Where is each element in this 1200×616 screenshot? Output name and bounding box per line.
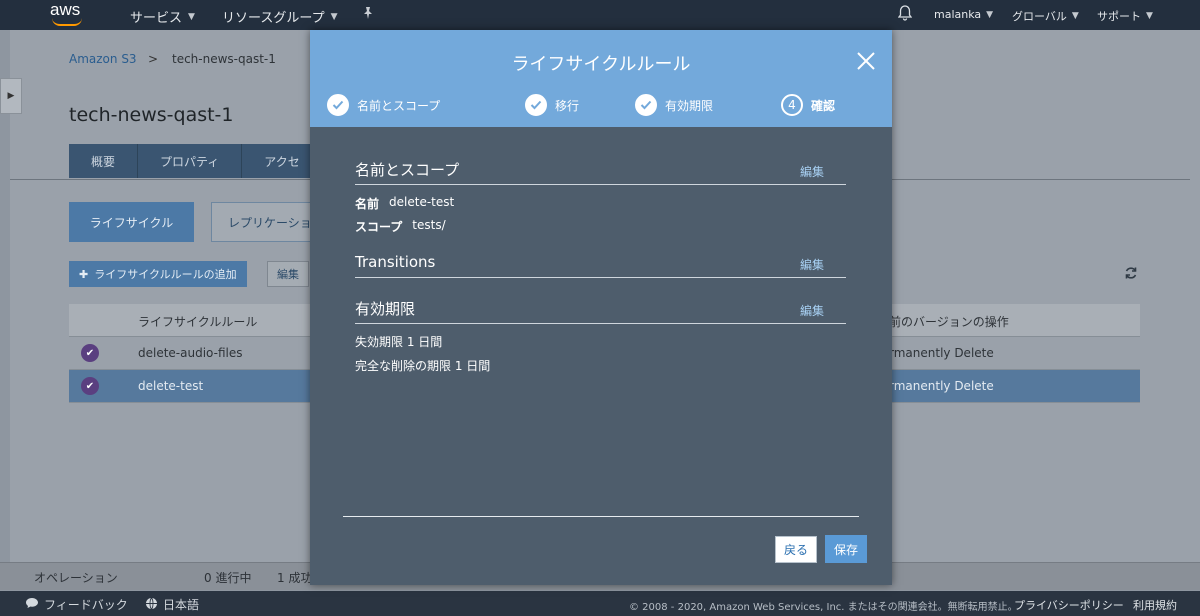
ops-in-progress: 0 進行中 [204, 571, 252, 585]
tab-properties[interactable]: プロパティ [138, 144, 243, 178]
pin-icon[interactable] [362, 6, 374, 24]
permanent-delete-line: 完全な削除の期限 1 日間 [355, 359, 491, 373]
edit-transitions-link[interactable]: 編集 [800, 256, 824, 273]
add-lifecycle-rule-button[interactable]: ✚ ライフサイクルルールの追加 [69, 261, 247, 287]
plus-icon: ✚ [79, 267, 89, 281]
step-label: 名前とスコープ [357, 98, 441, 113]
operations-label: オペレーション [34, 571, 118, 585]
bell-icon[interactable] [897, 5, 913, 21]
footer-divider [343, 516, 859, 517]
chevron-down-icon: ▼ [1146, 11, 1153, 21]
page-title: tech-news-qast-1 [69, 104, 234, 126]
language-selector[interactable]: 日本語 [145, 596, 199, 613]
checkmark-icon [525, 94, 547, 116]
aws-logo-smile [52, 18, 82, 26]
check-icon[interactable]: ✔ [81, 344, 99, 362]
bucket-tabs: 概要 プロパティ アクセ [69, 144, 323, 178]
support-menu[interactable]: サポート ▼ [1097, 8, 1153, 24]
aws-logo[interactable]: aws [50, 0, 88, 28]
breadcrumb-service[interactable]: Amazon S3 [69, 52, 137, 66]
user-name: malanka [934, 8, 982, 21]
services-menu[interactable]: サービス ▼ [130, 7, 195, 26]
support-label: サポート [1097, 10, 1141, 23]
privacy-link[interactable]: プライバシーポリシー [1014, 597, 1124, 613]
language-label: 日本語 [163, 598, 200, 612]
step-label: 移行 [555, 98, 580, 113]
lifecycle-button[interactable]: ライフサイクル [69, 202, 194, 242]
scope-key: スコープ [355, 220, 403, 234]
chevron-right-icon: ▶ [7, 91, 15, 101]
resource-groups-label: リソースグループ [222, 11, 325, 26]
scope-field: スコープ tests/ [355, 218, 446, 235]
refresh-icon[interactable] [1124, 266, 1138, 284]
dialog-header: ライフサイクルルール 名前とスコープ 移行 有効期限 4 確認 [310, 30, 892, 127]
breadcrumb-bucket: tech-news-qast-1 [172, 52, 276, 66]
chevron-down-icon: ▼ [1071, 11, 1079, 21]
name-field: 名前 delete-test [355, 195, 454, 212]
step-label: 有効期限 [665, 98, 714, 113]
save-button[interactable]: 保存 [825, 535, 867, 563]
dialog-title: ライフサイクルルール [511, 54, 691, 75]
aws-logo-text: aws [50, 0, 81, 19]
copyright-text: © 2008 - 2020, Amazon Web Services, Inc.… [629, 602, 1018, 613]
region-label: グローバル [1012, 10, 1067, 23]
step-expiration[interactable]: 有効期限 [635, 94, 713, 116]
lifecycle-rule-dialog: ライフサイクルルール 名前とスコープ 移行 有効期限 4 確認 名前とスコープ … [310, 30, 892, 585]
step-number: 4 [788, 98, 796, 112]
scope-value: tests/ [412, 218, 446, 232]
edit-button[interactable]: 編集 [267, 261, 309, 287]
section-title-transitions: Transitions [355, 253, 436, 271]
add-rule-label: ライフサイクルルールの追加 [94, 268, 237, 281]
rule-name: delete-test [138, 379, 204, 393]
check-icon[interactable]: ✔ [81, 377, 99, 395]
globe-icon [145, 597, 158, 613]
section-title-expiration: 有効期限 [355, 300, 416, 318]
name-key: 名前 [355, 197, 380, 211]
step-label: 確認 [811, 98, 836, 113]
section-title-name-scope: 名前とスコープ [355, 161, 460, 179]
top-nav: aws サービス ▼ リソースグループ ▼ malanka ▼ グローバル ▼ … [0, 0, 1200, 30]
tab-overview[interactable]: 概要 [69, 144, 139, 178]
header-prev-version: 前のバージョンの操作 [889, 315, 1009, 329]
prev-action: rmanently Delete [889, 379, 994, 393]
ops-success: 1 成功 [277, 571, 313, 585]
user-menu[interactable]: malanka ▼ [934, 8, 993, 21]
speech-bubble-icon [25, 597, 39, 612]
chevron-down-icon: ▼ [330, 11, 338, 22]
chevron-down-icon: ▼ [188, 11, 195, 22]
region-menu[interactable]: グローバル ▼ [1012, 8, 1079, 24]
close-icon[interactable] [856, 51, 876, 71]
chevron-down-icon: ▼ [986, 9, 994, 20]
header-rule: ライフサイクルルール [138, 315, 258, 329]
feedback-link[interactable]: フィードバック [25, 596, 128, 613]
rule-name: delete-audio-files [138, 346, 243, 360]
prev-action: rmanently Delete [889, 346, 994, 360]
back-button[interactable]: 戻る [775, 536, 817, 563]
checkmark-icon [327, 94, 349, 116]
resource-groups-menu[interactable]: リソースグループ ▼ [222, 7, 338, 26]
section-divider [355, 184, 846, 185]
sidebar-toggle[interactable]: ▶ [0, 78, 22, 114]
section-divider [355, 323, 846, 324]
expiration-line: 失効期限 1 日間 [355, 335, 443, 349]
section-divider [355, 277, 846, 278]
checkmark-icon [635, 94, 657, 116]
step-number-badge: 4 [781, 94, 803, 116]
terms-link[interactable]: 利用規約 [1133, 597, 1177, 613]
feedback-label: フィードバック [44, 598, 128, 612]
services-label: サービス [130, 11, 183, 26]
name-value: delete-test [389, 195, 455, 209]
edit-expiration-link[interactable]: 編集 [800, 302, 824, 319]
step-review[interactable]: 4 確認 [781, 94, 835, 116]
breadcrumb-separator: > [148, 52, 159, 66]
step-transition[interactable]: 移行 [525, 94, 579, 116]
edit-name-scope-link[interactable]: 編集 [800, 163, 824, 180]
step-name-scope[interactable]: 名前とスコープ [327, 94, 440, 116]
footer: フィードバック 日本語 © 2008 - 2020, Amazon Web Se… [0, 591, 1200, 616]
replication-button[interactable]: レプリケーショ [211, 202, 321, 242]
